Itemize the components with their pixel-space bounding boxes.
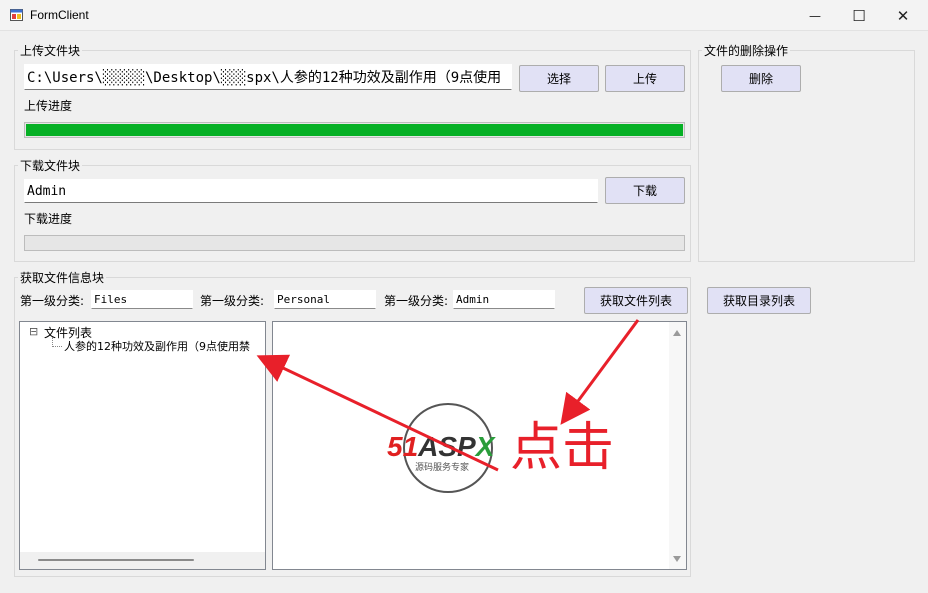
arrow-to-click-text	[560, 319, 640, 425]
arrow-to-tree-node	[256, 354, 499, 472]
annotation-arrows	[256, 319, 640, 472]
